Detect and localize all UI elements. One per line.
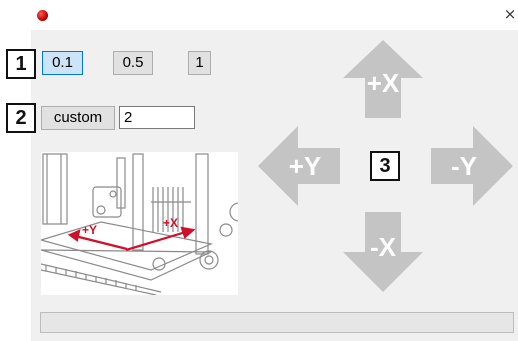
close-button[interactable]: × [500,4,518,24]
progress-bar [40,312,514,333]
title-bar: × [0,0,518,30]
step-0-1-button[interactable]: 0.1 [42,51,83,75]
axis-x-label: +X [163,216,178,230]
jog-window: × 1 0.1 0.5 1 2 custom 2 +Y +X +X -X +Y … [0,0,518,341]
jog-plus-x-arrow[interactable] [343,40,423,118]
app-icon [37,10,48,21]
jog-plus-y-arrow[interactable] [258,126,340,206]
jog-minus-y-arrow[interactable] [431,126,513,206]
step-0-5-button[interactable]: 0.5 [113,51,153,75]
axis-y-label: +Y [82,223,97,237]
step-size-marker: 1 [6,49,36,79]
custom-button[interactable]: custom [41,106,115,130]
printer-bed-drawing: +Y +X [41,153,238,295]
machine-illustration: +Y +X [41,152,238,295]
jog-minus-x-arrow[interactable] [343,212,423,292]
custom-step-input[interactable] [119,106,195,129]
custom-marker: 2 [6,103,36,133]
direction-marker: 3 [370,151,400,181]
step-1-button[interactable]: 1 [188,51,211,75]
